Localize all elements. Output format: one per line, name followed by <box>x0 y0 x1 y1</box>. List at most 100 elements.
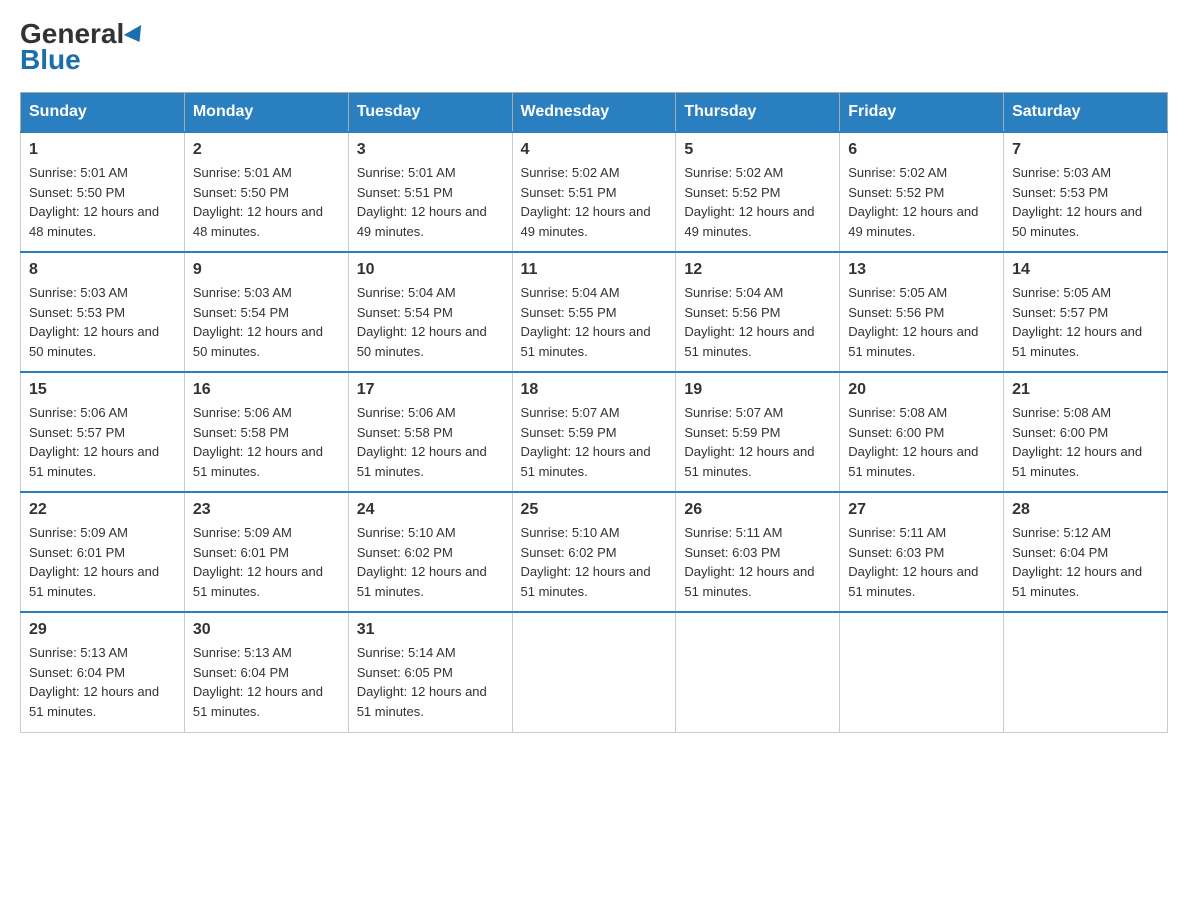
day-info: Sunrise: 5:14 AMSunset: 6:05 PMDaylight:… <box>357 645 487 719</box>
day-cell: 13 Sunrise: 5:05 AMSunset: 5:56 PMDaylig… <box>840 252 1004 372</box>
day-cell: 16 Sunrise: 5:06 AMSunset: 5:58 PMDaylig… <box>184 372 348 492</box>
day-cell: 6 Sunrise: 5:02 AMSunset: 5:52 PMDayligh… <box>840 132 1004 252</box>
day-cell: 10 Sunrise: 5:04 AMSunset: 5:54 PMDaylig… <box>348 252 512 372</box>
day-number: 16 <box>193 381 340 399</box>
day-cell <box>512 612 676 732</box>
day-info: Sunrise: 5:11 AMSunset: 6:03 PMDaylight:… <box>684 525 814 599</box>
day-cell: 20 Sunrise: 5:08 AMSunset: 6:00 PMDaylig… <box>840 372 1004 492</box>
day-number: 11 <box>521 261 668 279</box>
day-cell <box>840 612 1004 732</box>
week-row-1: 1 Sunrise: 5:01 AMSunset: 5:50 PMDayligh… <box>21 132 1168 252</box>
day-number: 25 <box>521 501 668 519</box>
day-info: Sunrise: 5:13 AMSunset: 6:04 PMDaylight:… <box>193 645 323 719</box>
day-cell: 15 Sunrise: 5:06 AMSunset: 5:57 PMDaylig… <box>21 372 185 492</box>
day-cell: 2 Sunrise: 5:01 AMSunset: 5:50 PMDayligh… <box>184 132 348 252</box>
day-number: 8 <box>29 261 176 279</box>
day-number: 28 <box>1012 501 1159 519</box>
day-info: Sunrise: 5:03 AMSunset: 5:53 PMDaylight:… <box>1012 165 1142 239</box>
day-cell: 4 Sunrise: 5:02 AMSunset: 5:51 PMDayligh… <box>512 132 676 252</box>
day-cell: 7 Sunrise: 5:03 AMSunset: 5:53 PMDayligh… <box>1004 132 1168 252</box>
logo: General Blue <box>20 20 146 76</box>
day-number: 12 <box>684 261 831 279</box>
weekday-header-saturday: Saturday <box>1004 93 1168 133</box>
day-number: 13 <box>848 261 995 279</box>
day-cell: 3 Sunrise: 5:01 AMSunset: 5:51 PMDayligh… <box>348 132 512 252</box>
day-info: Sunrise: 5:05 AMSunset: 5:56 PMDaylight:… <box>848 285 978 359</box>
day-info: Sunrise: 5:07 AMSunset: 5:59 PMDaylight:… <box>521 405 651 479</box>
day-number: 17 <box>357 381 504 399</box>
day-info: Sunrise: 5:06 AMSunset: 5:58 PMDaylight:… <box>193 405 323 479</box>
logo-triangle-icon <box>124 25 148 47</box>
week-row-4: 22 Sunrise: 5:09 AMSunset: 6:01 PMDaylig… <box>21 492 1168 612</box>
day-cell <box>1004 612 1168 732</box>
day-cell: 12 Sunrise: 5:04 AMSunset: 5:56 PMDaylig… <box>676 252 840 372</box>
day-number: 3 <box>357 141 504 159</box>
day-number: 30 <box>193 621 340 639</box>
day-number: 19 <box>684 381 831 399</box>
day-info: Sunrise: 5:08 AMSunset: 6:00 PMDaylight:… <box>1012 405 1142 479</box>
day-info: Sunrise: 5:11 AMSunset: 6:03 PMDaylight:… <box>848 525 978 599</box>
day-number: 10 <box>357 261 504 279</box>
day-cell: 17 Sunrise: 5:06 AMSunset: 5:58 PMDaylig… <box>348 372 512 492</box>
page-header: General Blue <box>20 20 1168 76</box>
day-cell: 26 Sunrise: 5:11 AMSunset: 6:03 PMDaylig… <box>676 492 840 612</box>
day-number: 15 <box>29 381 176 399</box>
calendar-table: SundayMondayTuesdayWednesdayThursdayFrid… <box>20 92 1168 733</box>
day-cell: 5 Sunrise: 5:02 AMSunset: 5:52 PMDayligh… <box>676 132 840 252</box>
day-info: Sunrise: 5:01 AMSunset: 5:50 PMDaylight:… <box>193 165 323 239</box>
day-cell: 25 Sunrise: 5:10 AMSunset: 6:02 PMDaylig… <box>512 492 676 612</box>
day-info: Sunrise: 5:04 AMSunset: 5:54 PMDaylight:… <box>357 285 487 359</box>
day-info: Sunrise: 5:06 AMSunset: 5:58 PMDaylight:… <box>357 405 487 479</box>
day-number: 9 <box>193 261 340 279</box>
day-info: Sunrise: 5:01 AMSunset: 5:50 PMDaylight:… <box>29 165 159 239</box>
day-info: Sunrise: 5:02 AMSunset: 5:52 PMDaylight:… <box>848 165 978 239</box>
day-cell: 11 Sunrise: 5:04 AMSunset: 5:55 PMDaylig… <box>512 252 676 372</box>
day-cell: 31 Sunrise: 5:14 AMSunset: 6:05 PMDaylig… <box>348 612 512 732</box>
day-cell: 23 Sunrise: 5:09 AMSunset: 6:01 PMDaylig… <box>184 492 348 612</box>
day-number: 20 <box>848 381 995 399</box>
day-info: Sunrise: 5:09 AMSunset: 6:01 PMDaylight:… <box>193 525 323 599</box>
day-cell: 22 Sunrise: 5:09 AMSunset: 6:01 PMDaylig… <box>21 492 185 612</box>
weekday-header-sunday: Sunday <box>21 93 185 133</box>
weekday-header-thursday: Thursday <box>676 93 840 133</box>
day-cell <box>676 612 840 732</box>
day-number: 4 <box>521 141 668 159</box>
weekday-header-wednesday: Wednesday <box>512 93 676 133</box>
day-info: Sunrise: 5:04 AMSunset: 5:56 PMDaylight:… <box>684 285 814 359</box>
day-cell: 24 Sunrise: 5:10 AMSunset: 6:02 PMDaylig… <box>348 492 512 612</box>
day-cell: 28 Sunrise: 5:12 AMSunset: 6:04 PMDaylig… <box>1004 492 1168 612</box>
day-number: 2 <box>193 141 340 159</box>
day-info: Sunrise: 5:02 AMSunset: 5:52 PMDaylight:… <box>684 165 814 239</box>
day-cell: 8 Sunrise: 5:03 AMSunset: 5:53 PMDayligh… <box>21 252 185 372</box>
day-cell: 1 Sunrise: 5:01 AMSunset: 5:50 PMDayligh… <box>21 132 185 252</box>
day-number: 14 <box>1012 261 1159 279</box>
day-info: Sunrise: 5:08 AMSunset: 6:00 PMDaylight:… <box>848 405 978 479</box>
day-info: Sunrise: 5:13 AMSunset: 6:04 PMDaylight:… <box>29 645 159 719</box>
day-cell: 29 Sunrise: 5:13 AMSunset: 6:04 PMDaylig… <box>21 612 185 732</box>
day-cell: 14 Sunrise: 5:05 AMSunset: 5:57 PMDaylig… <box>1004 252 1168 372</box>
day-number: 27 <box>848 501 995 519</box>
day-info: Sunrise: 5:01 AMSunset: 5:51 PMDaylight:… <box>357 165 487 239</box>
day-number: 31 <box>357 621 504 639</box>
day-info: Sunrise: 5:10 AMSunset: 6:02 PMDaylight:… <box>521 525 651 599</box>
day-number: 23 <box>193 501 340 519</box>
day-info: Sunrise: 5:04 AMSunset: 5:55 PMDaylight:… <box>521 285 651 359</box>
day-number: 29 <box>29 621 176 639</box>
day-number: 21 <box>1012 381 1159 399</box>
day-number: 7 <box>1012 141 1159 159</box>
day-cell: 21 Sunrise: 5:08 AMSunset: 6:00 PMDaylig… <box>1004 372 1168 492</box>
day-cell: 18 Sunrise: 5:07 AMSunset: 5:59 PMDaylig… <box>512 372 676 492</box>
day-number: 5 <box>684 141 831 159</box>
day-info: Sunrise: 5:10 AMSunset: 6:02 PMDaylight:… <box>357 525 487 599</box>
day-info: Sunrise: 5:05 AMSunset: 5:57 PMDaylight:… <box>1012 285 1142 359</box>
logo-blue: Blue <box>20 44 81 76</box>
day-number: 1 <box>29 141 176 159</box>
day-cell: 19 Sunrise: 5:07 AMSunset: 5:59 PMDaylig… <box>676 372 840 492</box>
day-info: Sunrise: 5:03 AMSunset: 5:54 PMDaylight:… <box>193 285 323 359</box>
weekday-header-row: SundayMondayTuesdayWednesdayThursdayFrid… <box>21 93 1168 133</box>
weekday-header-friday: Friday <box>840 93 1004 133</box>
week-row-5: 29 Sunrise: 5:13 AMSunset: 6:04 PMDaylig… <box>21 612 1168 732</box>
day-info: Sunrise: 5:06 AMSunset: 5:57 PMDaylight:… <box>29 405 159 479</box>
day-number: 22 <box>29 501 176 519</box>
day-info: Sunrise: 5:07 AMSunset: 5:59 PMDaylight:… <box>684 405 814 479</box>
